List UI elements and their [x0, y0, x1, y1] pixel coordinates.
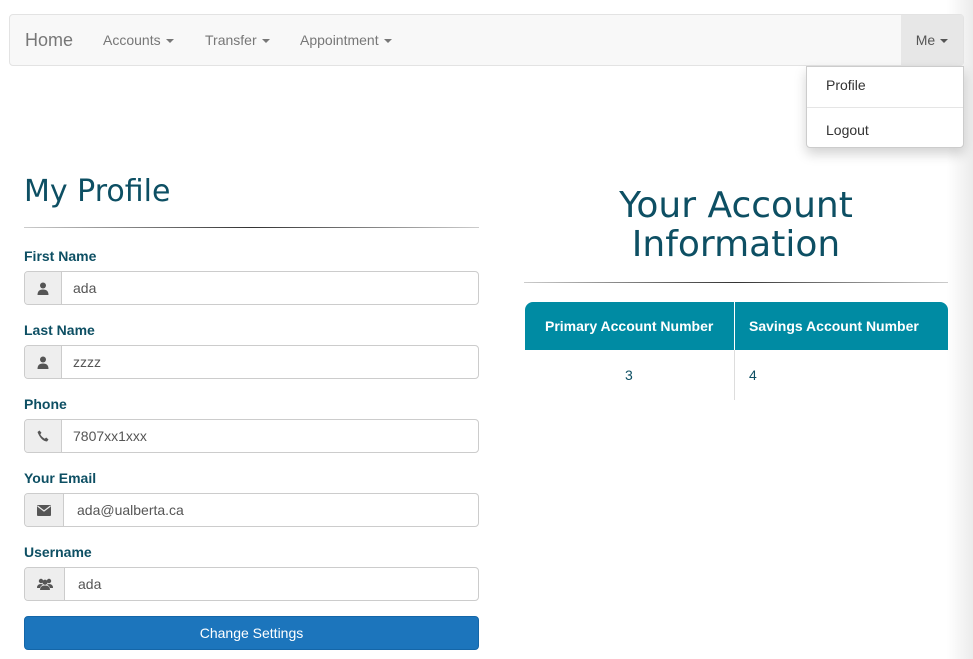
change-settings-button[interactable]: Change Settings [24, 616, 479, 650]
phone-value: 7807xx1xxx [73, 428, 147, 444]
user-icon [25, 346, 62, 378]
menu-item-profile[interactable]: Profile [826, 77, 866, 93]
users-icon [25, 568, 65, 600]
nav-me-label: Me [915, 32, 936, 48]
first-name-label: First Name [24, 248, 97, 264]
email-label: Your Email [24, 470, 97, 486]
username-label: Username [24, 544, 92, 560]
email-value: ada@ualberta.ca [77, 502, 184, 518]
account-info-title-line2: Information [631, 224, 841, 265]
nav-accounts-label: Accounts [103, 32, 161, 48]
caret-down-icon [383, 39, 392, 44]
column-header-primary: Primary Account Number [545, 318, 714, 334]
primary-account-number: 3 [625, 367, 633, 383]
account-info-title: Your Account Information [524, 186, 948, 264]
user-dropdown-menu: Profile Logout [806, 66, 964, 148]
username-field[interactable]: ada [24, 567, 479, 601]
caret-down-icon [165, 39, 174, 44]
account-divider [524, 282, 948, 283]
header-divider [734, 302, 735, 350]
first-name-value: ada [73, 280, 97, 296]
profile-title: My Profile [24, 174, 171, 209]
account-info-title-line1: Your Account [619, 185, 853, 226]
profile-divider [24, 227, 479, 228]
nav-me-dropdown[interactable]: Me [901, 15, 963, 65]
menu-divider [807, 107, 963, 108]
account-table-header: Primary Account Number Savings Account N… [525, 302, 948, 350]
last-name-value: zzzz [73, 354, 101, 370]
nav-transfer-label: Transfer [205, 32, 257, 48]
caret-down-icon [940, 39, 949, 44]
nav-transfer-dropdown[interactable]: Transfer [205, 15, 270, 65]
nav-appointment-dropdown[interactable]: Appointment [300, 15, 392, 65]
phone-icon [25, 420, 62, 452]
nav-accounts-dropdown[interactable]: Accounts [103, 15, 174, 65]
user-icon [25, 272, 62, 304]
savings-account-number: 4 [749, 367, 757, 383]
cell-divider [734, 350, 735, 400]
username-value: ada [78, 576, 102, 592]
nav-home-link[interactable]: Home [25, 15, 73, 65]
last-name-label: Last Name [24, 322, 95, 338]
column-header-savings: Savings Account Number [749, 318, 919, 334]
envelope-icon [25, 494, 64, 526]
menu-item-logout[interactable]: Logout [826, 122, 869, 138]
phone-label: Phone [24, 396, 67, 412]
top-navbar: Home Accounts Transfer Appointment Me [9, 14, 964, 66]
caret-down-icon [261, 39, 270, 44]
phone-field[interactable]: 7807xx1xxx [24, 419, 479, 453]
nav-appointment-label: Appointment [300, 32, 379, 48]
email-field[interactable]: ada@ualberta.ca [24, 493, 479, 527]
last-name-field[interactable]: zzzz [24, 345, 479, 379]
first-name-field[interactable]: ada [24, 271, 479, 305]
